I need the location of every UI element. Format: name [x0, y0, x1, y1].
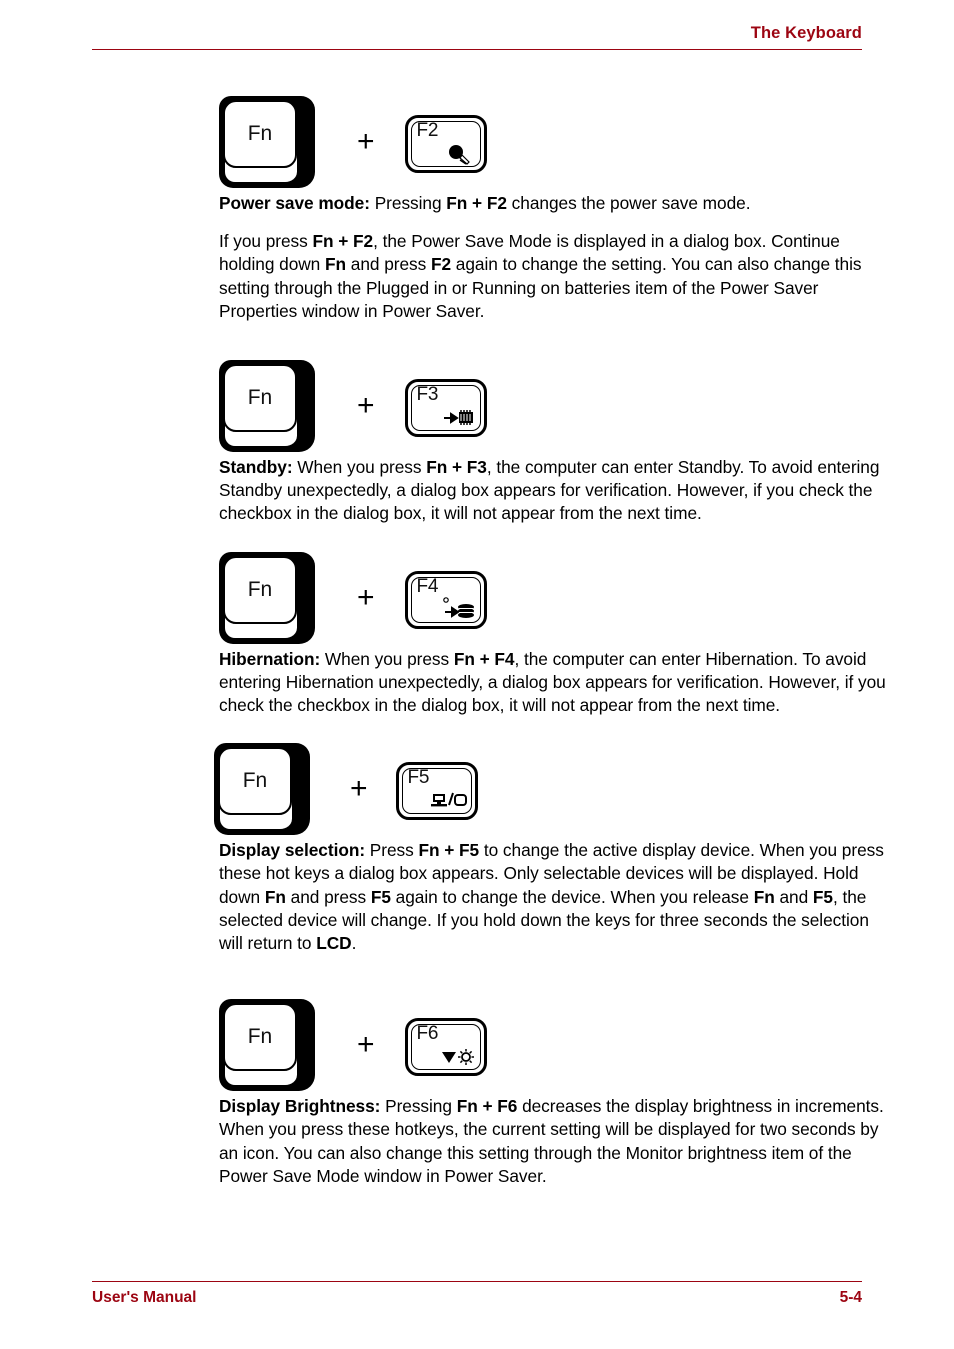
seg-bold: Fn + F6 [456, 1096, 518, 1117]
key-combo-fn-f5: Fn + F5 [214, 743, 895, 839]
heading-hibernation: Hibernation: [219, 648, 321, 669]
page-footer: User's Manual 5-4 [92, 1281, 862, 1307]
seg: When you press [320, 648, 454, 669]
seg: Pressing [380, 1096, 457, 1117]
function-keycap-label-f4: F4 [416, 575, 439, 597]
function-keycap-f5: F5 [395, 762, 478, 821]
fn-keycap-f2: Fn [219, 96, 319, 192]
fn-keycap-label: Fn [247, 386, 273, 410]
hotkey-block-f4: Fn + F4 Hibernation: When you press Fn +… [219, 551, 895, 718]
hotkey-block-f6: Fn + F6 Display Brightness: Pressing Fn … [219, 999, 895, 1188]
function-keycap-f4: F4 [404, 570, 487, 629]
heading-standby: Standby: [219, 457, 293, 478]
function-keycap-label-f3: F3 [416, 384, 439, 406]
function-keycap-f3: F3 [404, 379, 487, 438]
seg: Press [365, 840, 419, 861]
paragraph-display-brightness: Display Brightness: Pressing Fn + F6 dec… [219, 1095, 895, 1188]
seg: . [351, 933, 357, 954]
paragraph-hibernation: Hibernation: When you press Fn + F4, the… [219, 648, 895, 718]
seg: and press [285, 886, 371, 907]
function-keycap-label-f6: F6 [416, 1023, 439, 1045]
seg-bold: F2 [430, 254, 452, 275]
paragraph-power-save-body: If you press Fn + F2, the Power Save Mod… [219, 230, 895, 323]
hotkey-block-f5: Fn + F5 Display selection: Press Fn + F5… [214, 743, 895, 955]
seg: and [774, 886, 813, 907]
seg-bold: Fn [264, 886, 286, 907]
plus-sign-f3: + [357, 389, 375, 423]
brightness-down-icon [441, 1049, 474, 1066]
hotkey-block-f3: Fn + F3 Standby: When you press Fn + F3,… [219, 360, 895, 526]
key-combo-fn-f6: Fn + F6 [219, 999, 895, 1095]
function-keycap-label-f2: F2 [416, 120, 439, 141]
page-content: Fn + F2 Power save mode: Pressing Fn + F… [214, 96, 895, 1192]
fn-keycap-f5: Fn [214, 743, 314, 839]
seg: When you press [292, 457, 427, 478]
block-gap-1 [219, 327, 895, 360]
paragraph-standby: Standby: When you press Fn + F3, the com… [219, 456, 895, 526]
seg-bold: F5 [370, 886, 391, 907]
seg: If you press [219, 231, 313, 252]
heading-power-save: Power save mode: [219, 193, 370, 213]
seg-bold: Fn + F5 [418, 840, 480, 861]
fn-keycap-f3: Fn [219, 360, 319, 456]
block-gap-2 [219, 530, 895, 552]
seg-bold: Fn [753, 886, 775, 907]
seg-bold: Fn + F2 [312, 231, 374, 252]
heading-display-selection: Display selection: [219, 840, 366, 861]
page-header: The Keyboard [92, 24, 862, 50]
footer-manual-label: User's Manual [92, 1289, 197, 1306]
plus-sign-f4: + [357, 580, 375, 614]
seg-bold: LCD [316, 933, 352, 954]
text-power-save-intro-2: changes the power save mode. [506, 193, 751, 213]
plus-sign-f5: + [350, 772, 368, 806]
seg-bold: Fn + F4 [453, 648, 515, 669]
hibernation-disk-icon [442, 596, 474, 618]
seg: and press [346, 254, 431, 275]
text-power-save-combo: Fn + F2 [446, 193, 507, 213]
plus-sign-f2: + [357, 125, 375, 158]
seg-bold: Fn [325, 254, 347, 275]
fn-keycap-label: Fn [247, 1025, 273, 1049]
footer-page-number: 5-4 [839, 1289, 862, 1306]
fn-keycap-label: Fn [247, 122, 273, 145]
seg-bold: Fn + F3 [426, 457, 487, 478]
seg: again to change the device. When you rel… [390, 886, 754, 907]
key-combo-fn-f4: Fn + F4 [219, 551, 895, 648]
paragraph-power-save-intro: Power save mode: Pressing Fn + F2 change… [219, 192, 895, 215]
paragraph-display-selection: Display selection: Press Fn + F5 to chan… [219, 839, 895, 955]
heading-display-brightness: Display Brightness: [219, 1096, 381, 1117]
function-keycap-label-f5: F5 [407, 767, 430, 789]
plus-sign-f6: + [357, 1028, 375, 1062]
seg-bold: F5 [812, 886, 833, 907]
fn-keycap-f6: Fn [219, 999, 319, 1095]
fn-keycap-f4: Fn [219, 551, 319, 648]
text-power-save-intro-1: Pressing [369, 193, 447, 213]
key-combo-fn-f2: Fn + F2 [219, 96, 895, 192]
block-gap-3 [219, 721, 895, 743]
fn-keycap-label: Fn [242, 769, 268, 793]
standby-chip-icon [443, 410, 473, 426]
hotkey-block-f2: Fn + F2 Power save mode: Pressing Fn + F… [219, 96, 895, 323]
power-save-icon [448, 145, 470, 165]
page-header-title: The Keyboard [750, 24, 862, 42]
function-keycap-f6: F6 [404, 1018, 487, 1077]
block-gap-4 [219, 959, 895, 999]
display-selection-icon [430, 792, 467, 807]
key-combo-fn-f3: Fn + F3 [219, 360, 895, 456]
fn-keycap-label: Fn [247, 577, 273, 601]
function-keycap-f2: F2 [404, 115, 487, 173]
